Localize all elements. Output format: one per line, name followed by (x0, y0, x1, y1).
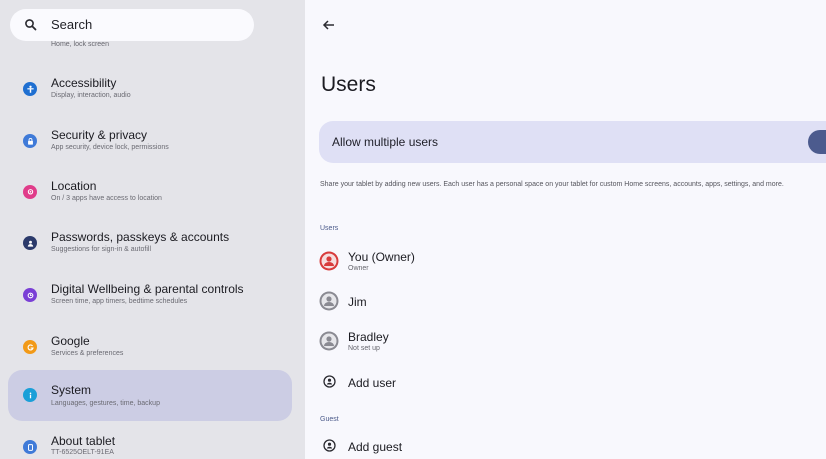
users-page: Users Allow multiple users Share your ta… (305, 0, 826, 459)
sidebar-item-title: Digital Wellbeing & parental controls (51, 282, 244, 296)
sidebar-item-title: Passwords, passkeys & accounts (51, 230, 230, 244)
lock-icon (23, 134, 37, 148)
user-name: Bradley (348, 330, 389, 344)
search-bar[interactable]: Search (10, 9, 254, 41)
search-label: Search (51, 17, 93, 32)
sidebar-item-title: Location (51, 179, 97, 193)
user-row-bradley[interactable]: Bradley Not set up (319, 327, 619, 357)
add-user-button[interactable]: Add user (319, 368, 619, 398)
sidebar-item-cut-subtitle: Home, lock screen (51, 41, 109, 47)
sidebar-item-subtitle: App security, device lock, permissions (51, 144, 169, 151)
sidebar-item-title: Accessibility (51, 76, 117, 90)
allow-multiple-users-label: Allow multiple users (332, 135, 439, 149)
sidebar-item-accessibility[interactable]: Accessibility Display, interaction, audi… (8, 70, 292, 110)
user-avatar-icon (319, 291, 339, 311)
allow-multiple-users-card[interactable]: Allow multiple users (319, 121, 826, 163)
info-icon (23, 388, 37, 402)
sidebar-item-title: About tablet (51, 434, 116, 448)
sidebar-item-system[interactable]: System Languages, gestures, time, backup (8, 370, 292, 421)
sidebar-item-location[interactable]: Location On / 3 apps have access to loca… (8, 173, 292, 213)
sidebar-item-wellbeing[interactable]: Digital Wellbeing & parental controls Sc… (8, 276, 292, 316)
wellbeing-icon (23, 288, 37, 302)
sidebar-item-security[interactable]: Security & privacy App security, device … (8, 122, 292, 162)
user-name: Jim (348, 295, 367, 309)
page-title: Users (321, 73, 376, 96)
sidebar-item-subtitle: Languages, gestures, time, backup (51, 400, 160, 407)
user-subtitle: Not set up (348, 345, 380, 352)
settings-sidebar: Search Home, lock screen Accessibility D… (0, 0, 305, 459)
guest-section-header: Guest (320, 416, 339, 423)
users-section-header: Users (320, 225, 339, 232)
accessibility-icon (23, 82, 37, 96)
add-guest-label: Add guest (348, 440, 403, 454)
user-row-owner[interactable]: You (Owner) Owner (319, 247, 619, 277)
sidebar-item-subtitle: Services & preferences (51, 350, 124, 357)
add-user-label: Add user (348, 376, 397, 390)
sidebar-item-passwords[interactable]: Passwords, passkeys & accounts Suggestio… (8, 224, 292, 264)
users-description: Share your tablet by adding new users. E… (320, 181, 784, 188)
user-row-jim[interactable]: Jim (319, 287, 619, 317)
allow-multiple-users-toggle[interactable] (808, 130, 826, 154)
user-subtitle: Owner (348, 265, 369, 272)
user-avatar-icon (319, 331, 339, 351)
sidebar-item-subtitle: TT-6525OELT-91EA (51, 449, 114, 456)
location-icon (23, 185, 37, 199)
owner-avatar-icon (319, 251, 339, 271)
sidebar-item-subtitle: Suggestions for sign-in & autofill (51, 246, 151, 253)
sidebar-item-subtitle: On / 3 apps have access to location (51, 195, 162, 202)
accounts-icon (23, 236, 37, 250)
back-arrow-icon[interactable] (322, 18, 336, 32)
add-guest-button[interactable]: Add guest (319, 432, 619, 459)
add-person-icon (323, 439, 336, 452)
sidebar-item-about[interactable]: About tablet TT-6525OELT-91EA (8, 429, 292, 459)
sidebar-item-title: Security & privacy (51, 128, 148, 142)
sidebar-item-subtitle: Screen time, app timers, bedtime schedul… (51, 298, 188, 305)
tablet-icon (23, 440, 37, 454)
sidebar-item-title: System (51, 383, 92, 397)
sidebar-item-subtitle: Display, interaction, audio (51, 92, 131, 99)
add-person-icon (323, 375, 336, 388)
google-icon (23, 340, 37, 354)
sidebar-item-title: Google (51, 334, 90, 348)
user-name: You (Owner) (348, 250, 415, 264)
search-icon (25, 19, 37, 31)
sidebar-item-google[interactable]: Google Services & preferences (8, 328, 292, 368)
